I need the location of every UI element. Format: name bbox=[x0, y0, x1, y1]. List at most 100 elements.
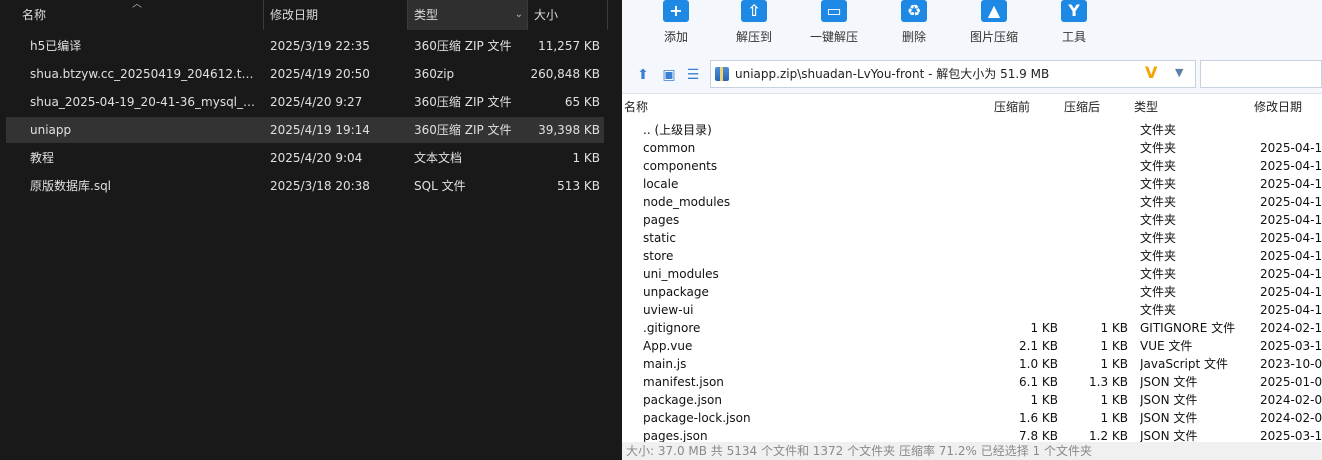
entry-date: 2025-04-19 bbox=[1260, 231, 1322, 245]
v-check-icon[interactable]: V bbox=[1145, 63, 1157, 82]
zip-column-name[interactable]: 名称 bbox=[624, 96, 648, 118]
file-date: 2025/4/20 9:27 bbox=[270, 95, 363, 109]
up-arrow-icon[interactable]: ⬆ bbox=[634, 66, 652, 84]
entry-size-before: 1 KB bbox=[1030, 393, 1058, 407]
entry-type: 文件夹 bbox=[1140, 285, 1177, 299]
file-row[interactable]: shua.btzyw.cc_20250419_204612.tar.gz 2025… bbox=[6, 61, 604, 87]
entry-name: App.vue bbox=[643, 339, 693, 353]
folder-row[interactable]: pages 文件夹 2025-04-19 bbox=[622, 211, 1322, 229]
entry-type: 文件夹 bbox=[1140, 249, 1177, 263]
file-row[interactable]: 原版数据库.sql 2025/3/18 20:38 SQL 文件 513 KB bbox=[6, 173, 604, 199]
toolbar-button-add[interactable]: + 添加 bbox=[640, 0, 712, 56]
file-row[interactable]: main.js 1.0 KB 1 KB JavaScript 文件 2023-10-06 bbox=[622, 355, 1322, 373]
folder-row[interactable]: static 文件夹 2025-04-19 bbox=[622, 229, 1322, 247]
entry-name: .. (上级目录) bbox=[643, 123, 712, 137]
path-field[interactable]: uniapp.zip\shuadan-LvYou-front - 解包大小为 5… bbox=[710, 60, 1196, 88]
path-text: uniapp.zip\shuadan-LvYou-front - 解包大小为 5… bbox=[735, 67, 1050, 81]
entry-size-after: 1 KB bbox=[1100, 339, 1128, 353]
folder-row[interactable]: node_modules 文件夹 2025-04-19 bbox=[622, 193, 1322, 211]
entry-date: 2025-04-19 bbox=[1260, 285, 1322, 299]
view-thumbnail-icon[interactable]: ▣ bbox=[660, 66, 678, 84]
column-header-size[interactable]: 大小 bbox=[528, 0, 608, 30]
folder-row[interactable]: common 文件夹 2025-04-19 bbox=[622, 139, 1322, 157]
entry-date: 2025-03-18 bbox=[1260, 339, 1322, 353]
folder-row[interactable]: locale 文件夹 2025-04-19 bbox=[622, 175, 1322, 193]
entry-type: JSON 文件 bbox=[1140, 375, 1198, 389]
zip-column-type[interactable]: 类型 bbox=[1134, 96, 1158, 118]
entry-type: VUE 文件 bbox=[1140, 339, 1193, 353]
folder-row[interactable]: .. (上级目录) 文件夹 bbox=[622, 121, 1322, 139]
toolbar-label: 一键解压 bbox=[809, 30, 858, 44]
entry-size-after: 1 KB bbox=[1100, 393, 1128, 407]
file-row[interactable]: package.json 1 KB 1 KB JSON 文件 2024-02-09 bbox=[622, 391, 1322, 409]
entry-type: 文件夹 bbox=[1140, 213, 1177, 227]
explorer-column-header: 名称 ︿ 修改日期 类型 ⌄ 大小 bbox=[0, 0, 622, 30]
entry-size-after: 1 KB bbox=[1100, 411, 1128, 425]
file-row[interactable]: h5已编译 2025/3/19 22:35 360压缩 ZIP 文件 11,257 K… bbox=[6, 33, 604, 59]
file-explorer-pane: 名称 ︿ 修改日期 类型 ⌄ 大小 h5已编译 2025/3/19 22:35 36… bbox=[0, 0, 622, 460]
chevron-down-icon[interactable]: ▼ bbox=[1175, 66, 1183, 79]
file-date: 2025/3/19 22:35 bbox=[270, 39, 370, 53]
chevron-down-icon[interactable]: ⌄ bbox=[515, 0, 523, 30]
file-type: 360压缩 ZIP 文件 bbox=[414, 39, 512, 53]
toolbar-label: 图片压缩 bbox=[969, 30, 1018, 44]
tools-icon: Y bbox=[1061, 0, 1087, 22]
file-size: 39,398 KB bbox=[538, 123, 600, 137]
column-header-name[interactable]: 名称 ︿ bbox=[0, 0, 264, 30]
toolbar-label: 解压到 bbox=[735, 30, 772, 44]
toolbar-button-tools[interactable]: Y 工具 bbox=[1038, 0, 1110, 56]
search-input[interactable] bbox=[1200, 60, 1322, 88]
view-list-icon[interactable]: ☰ bbox=[684, 66, 702, 84]
toolbar-label: 添加 bbox=[663, 30, 688, 44]
folder-row[interactable]: uview-ui 文件夹 2025-04-19 bbox=[622, 301, 1322, 319]
entry-type: 文件夹 bbox=[1140, 267, 1177, 281]
toolbar-label: 工具 bbox=[1061, 30, 1086, 44]
toolbar-button-image-compress[interactable]: ▲ 图片压缩 bbox=[958, 0, 1030, 56]
file-row[interactable]: .gitignore 1 KB 1 KB GITIGNORE 文件 2024-02-15 bbox=[622, 319, 1322, 337]
folder-row[interactable]: uni_modules 文件夹 2025-04-19 bbox=[622, 265, 1322, 283]
entry-date: 2025-04-19 bbox=[1260, 141, 1322, 155]
entry-size-before: 1.0 KB bbox=[1019, 357, 1058, 371]
toolbar-button-recycle[interactable]: ♻ 删除 bbox=[878, 0, 950, 56]
entry-date: 2025-04-19 bbox=[1260, 159, 1322, 173]
entry-size-after: 1 KB bbox=[1100, 321, 1128, 335]
file-row[interactable]: uniapp 2025/4/19 19:14 360压缩 ZIP 文件 39,398 … bbox=[6, 117, 604, 143]
status-bar: 大小: 37.0 MB 共 5134 个文件和 1372 个文件夹 压缩率 71… bbox=[622, 442, 1322, 460]
folder-row[interactable]: components 文件夹 2025-04-19 bbox=[622, 157, 1322, 175]
entry-type: 文件夹 bbox=[1140, 123, 1177, 137]
file-row[interactable]: package-lock.json 1.6 KB 1 KB JSON 文件 2024-0… bbox=[622, 409, 1322, 427]
zip-column-header: 名称 压缩前 压缩后 类型 修改日期 bbox=[622, 96, 1322, 118]
one-click-extract-icon: ▭ bbox=[821, 0, 847, 22]
entry-date: 2025-01-06 bbox=[1260, 375, 1322, 389]
entry-type: GITIGNORE 文件 bbox=[1140, 321, 1236, 335]
file-date: 2025/4/19 19:14 bbox=[270, 123, 370, 137]
address-bar: ⬆ ▣ ☰ uniapp.zip\shuadan-LvYou-front - 解… bbox=[622, 56, 1322, 94]
entry-size-after: 1.3 KB bbox=[1089, 375, 1128, 389]
file-row[interactable]: shua_2025-04-19_20-41-36_mysql_da... 2025… bbox=[6, 89, 604, 115]
recycle-icon: ♻ bbox=[901, 0, 927, 22]
file-date: 2025/4/19 20:50 bbox=[270, 67, 370, 81]
entry-name: common bbox=[643, 141, 696, 155]
folder-row[interactable]: store 文件夹 2025-04-19 bbox=[622, 247, 1322, 265]
zip-column-after[interactable]: 压缩后 bbox=[1064, 96, 1100, 118]
folder-row[interactable]: unpackage 文件夹 2025-04-19 bbox=[622, 283, 1322, 301]
file-size: 65 KB bbox=[564, 95, 600, 109]
entry-date: 2025-04-19 bbox=[1260, 249, 1322, 263]
column-header-date[interactable]: 修改日期 bbox=[264, 0, 408, 30]
entry-size-before: 1.6 KB bbox=[1019, 411, 1058, 425]
file-row[interactable]: manifest.json 6.1 KB 1.3 KB JSON 文件 2025-01-… bbox=[622, 373, 1322, 391]
column-size-label: 大小 bbox=[534, 8, 559, 22]
entry-date: 2025-04-19 bbox=[1260, 303, 1322, 317]
file-row[interactable]: 教程 2025/4/20 9:04 文本文档 1 KB bbox=[6, 145, 604, 171]
zip-column-date[interactable]: 修改日期 bbox=[1254, 96, 1302, 118]
zip-column-compressed[interactable]: 压缩前 bbox=[994, 96, 1030, 118]
toolbar-button-one-click-extract[interactable]: ▭ 一键解压 bbox=[798, 0, 870, 56]
file-name: shua.btzyw.cc_20250419_204612.tar.gz bbox=[30, 67, 258, 81]
entry-type: JSON 文件 bbox=[1140, 393, 1198, 407]
entry-date: 2024-02-09 bbox=[1260, 393, 1322, 407]
entry-name: pages bbox=[643, 213, 680, 227]
file-row[interactable]: App.vue 2.1 KB 1 KB VUE 文件 2025-03-18 bbox=[622, 337, 1322, 355]
column-header-type[interactable]: 类型 ⌄ bbox=[408, 0, 528, 30]
toolbar-button-extract[interactable]: ⇧ 解压到 bbox=[718, 0, 790, 56]
file-date: 2025/4/20 9:04 bbox=[270, 151, 363, 165]
